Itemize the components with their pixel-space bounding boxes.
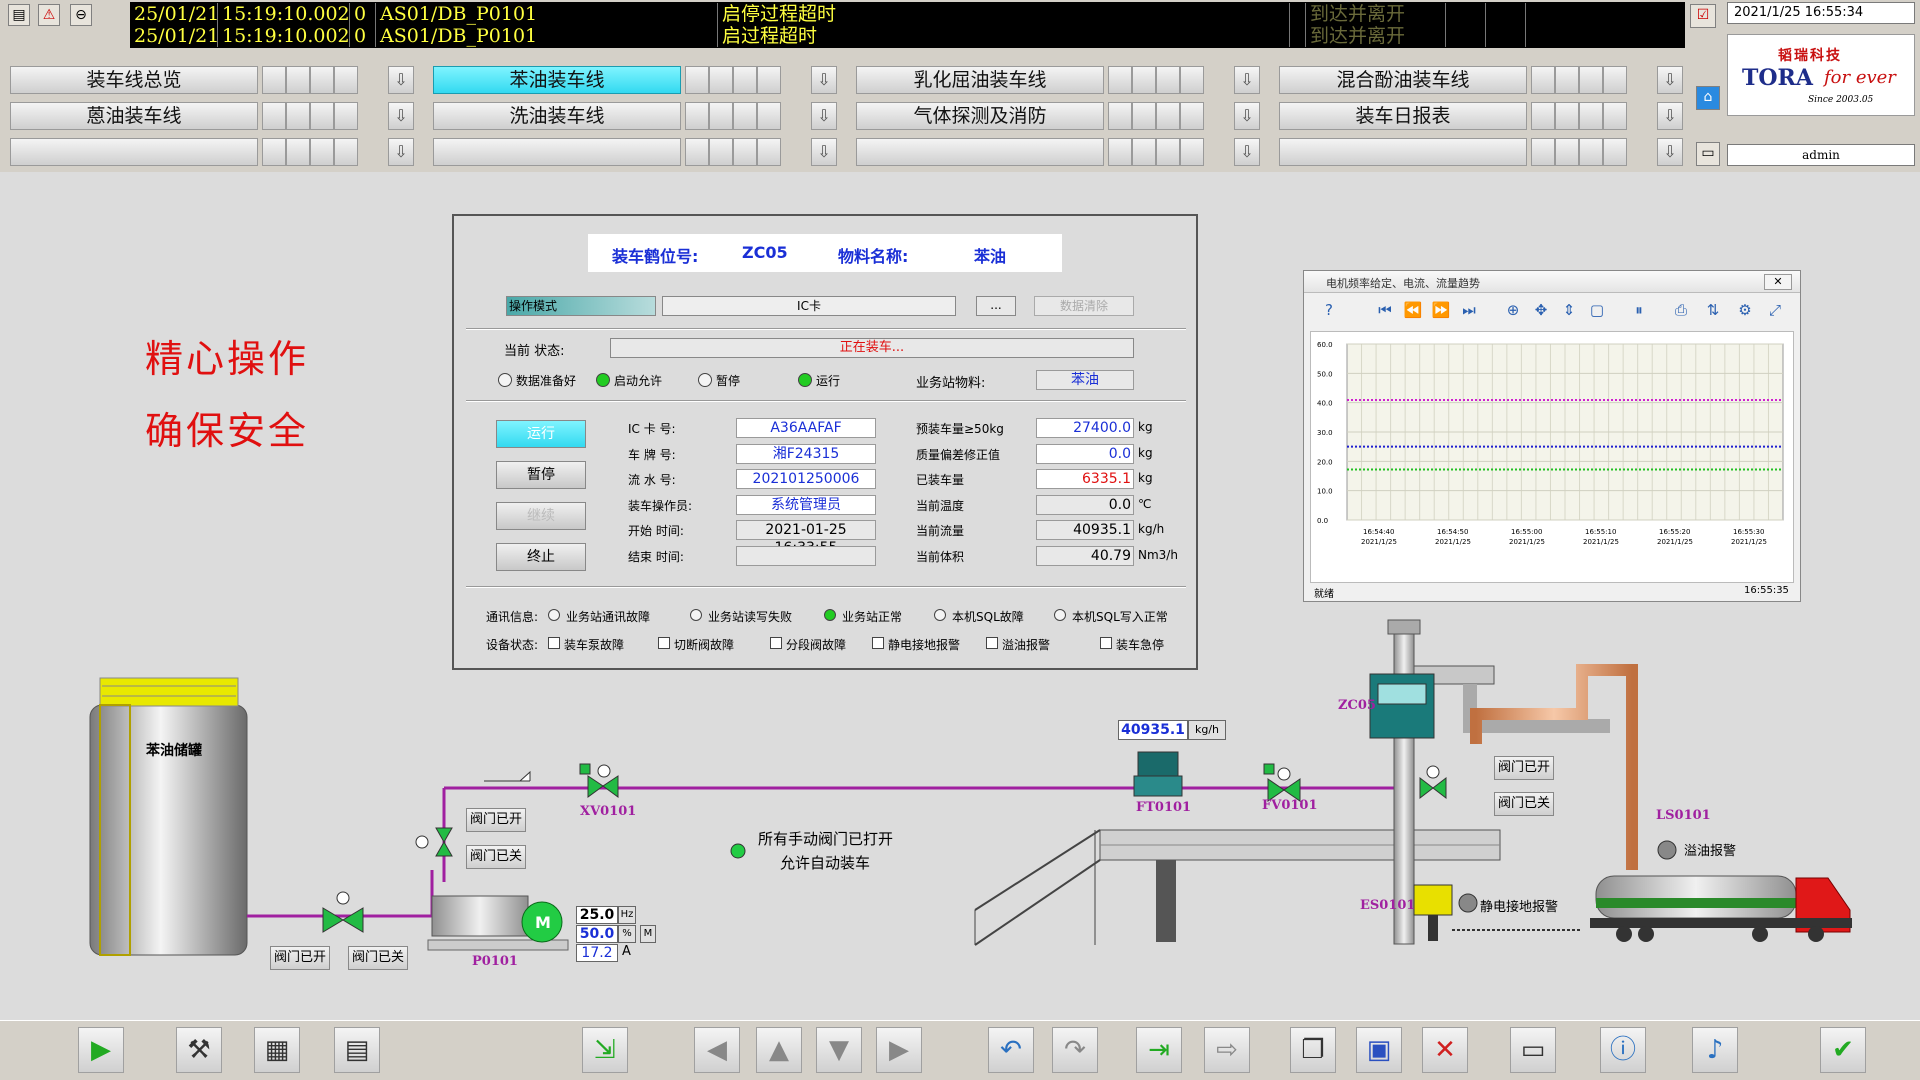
delete-icon[interactable]: ✕ — [1422, 1027, 1468, 1073]
login-icon[interactable]: ⇥ — [1136, 1027, 1182, 1073]
percent-readout: 50.0 — [576, 925, 618, 943]
ls-tag: LS0101 — [1656, 808, 1711, 823]
pump-p0101[interactable]: M — [427, 895, 569, 951]
valve-open-button[interactable]: 阀门已开 — [1494, 756, 1554, 780]
valve-closed-button[interactable]: 阀门已关 — [466, 845, 526, 869]
valve-icon[interactable] — [322, 891, 364, 933]
report-icon[interactable]: ▤ — [334, 1027, 380, 1073]
flow-unit: kg/h — [1188, 720, 1226, 740]
valve-icon[interactable] — [415, 827, 453, 857]
xv0101-icon[interactable] — [579, 763, 619, 798]
valve-closed-button[interactable]: 阀门已关 — [348, 946, 408, 970]
arrow-down-icon[interactable]: ▼ — [816, 1027, 862, 1073]
current-readout: 17.2 — [576, 944, 618, 962]
xv-tag: XV0101 — [580, 804, 637, 819]
bottom-toolbar: ▶ ⚒ ▦ ▤ ⇲ ◀ ▲ ▼ ▶ ↶ ↷ ⇥ ⇨ ❐ ▣ ✕ ▭ ⓘ ♪ ✔ — [0, 1020, 1920, 1080]
logout-icon[interactable]: ⇨ — [1204, 1027, 1250, 1073]
save-icon[interactable]: ▣ — [1356, 1027, 1402, 1073]
freq-unit: Hz — [618, 906, 636, 924]
undo-icon[interactable]: ↶ — [988, 1027, 1034, 1073]
current-unit: A — [622, 944, 631, 959]
freq-readout: 25.0 — [576, 906, 618, 924]
svg-text:M: M — [535, 913, 551, 932]
redo-icon[interactable]: ↷ — [1052, 1027, 1098, 1073]
pump-tag: P0101 — [472, 954, 518, 969]
flow-readout: 40935.1 — [1118, 720, 1188, 740]
process-graphic: M — [89, 619, 1852, 956]
monitor-icon[interactable]: ▭ — [1510, 1027, 1556, 1073]
fv-tag: FV0101 — [1262, 798, 1318, 813]
tank-label: 苯油储罐 — [146, 743, 202, 759]
acknowledge-icon[interactable]: ✔ — [1820, 1027, 1866, 1073]
static-alarm-label: 静电接地报警 — [1480, 900, 1559, 915]
static-indicator-icon — [1458, 893, 1478, 913]
manual-valve-text: 所有手动阀门已打开 — [758, 830, 894, 848]
overflow-alarm-label: 溢油报警 — [1684, 844, 1737, 859]
tools-icon[interactable]: ⚒ — [176, 1027, 222, 1073]
tanker-truck[interactable] — [1590, 875, 1852, 942]
import-icon[interactable]: ⇲ — [582, 1027, 628, 1073]
valve-icon[interactable] — [1419, 765, 1447, 800]
play-icon[interactable]: ▶ — [78, 1027, 124, 1073]
new-document-icon[interactable]: ▦ — [254, 1027, 300, 1073]
valve-open-button[interactable]: 阀门已开 — [466, 808, 526, 832]
auto-loading-text: 允许自动装车 — [780, 854, 871, 872]
open-folder-icon[interactable]: ❐ — [1290, 1027, 1336, 1073]
storage-tank[interactable] — [89, 677, 248, 956]
manual-mode-indicator: M — [640, 925, 656, 943]
percent-unit: % — [618, 925, 636, 943]
valve-closed-button[interactable]: 阀门已关 — [1494, 792, 1554, 816]
zc-tag: ZC05 — [1338, 698, 1376, 713]
arrow-right-icon[interactable]: ▶ — [876, 1027, 922, 1073]
es-tag: ES0101 — [1360, 898, 1416, 913]
overflow-indicator-icon — [1657, 840, 1677, 860]
sound-icon[interactable]: ♪ — [1692, 1027, 1738, 1073]
info-icon[interactable]: ⓘ — [1600, 1027, 1646, 1073]
manual-valve-indicator-icon — [730, 843, 746, 859]
arrow-up-icon[interactable]: ▲ — [756, 1027, 802, 1073]
fv0101-icon[interactable] — [1263, 763, 1301, 802]
valve-open-button[interactable]: 阀门已开 — [270, 946, 330, 970]
flowmeter-ft0101[interactable] — [1133, 751, 1183, 797]
ft-tag: FT0101 — [1136, 800, 1192, 815]
arrow-left-icon[interactable]: ◀ — [694, 1027, 740, 1073]
